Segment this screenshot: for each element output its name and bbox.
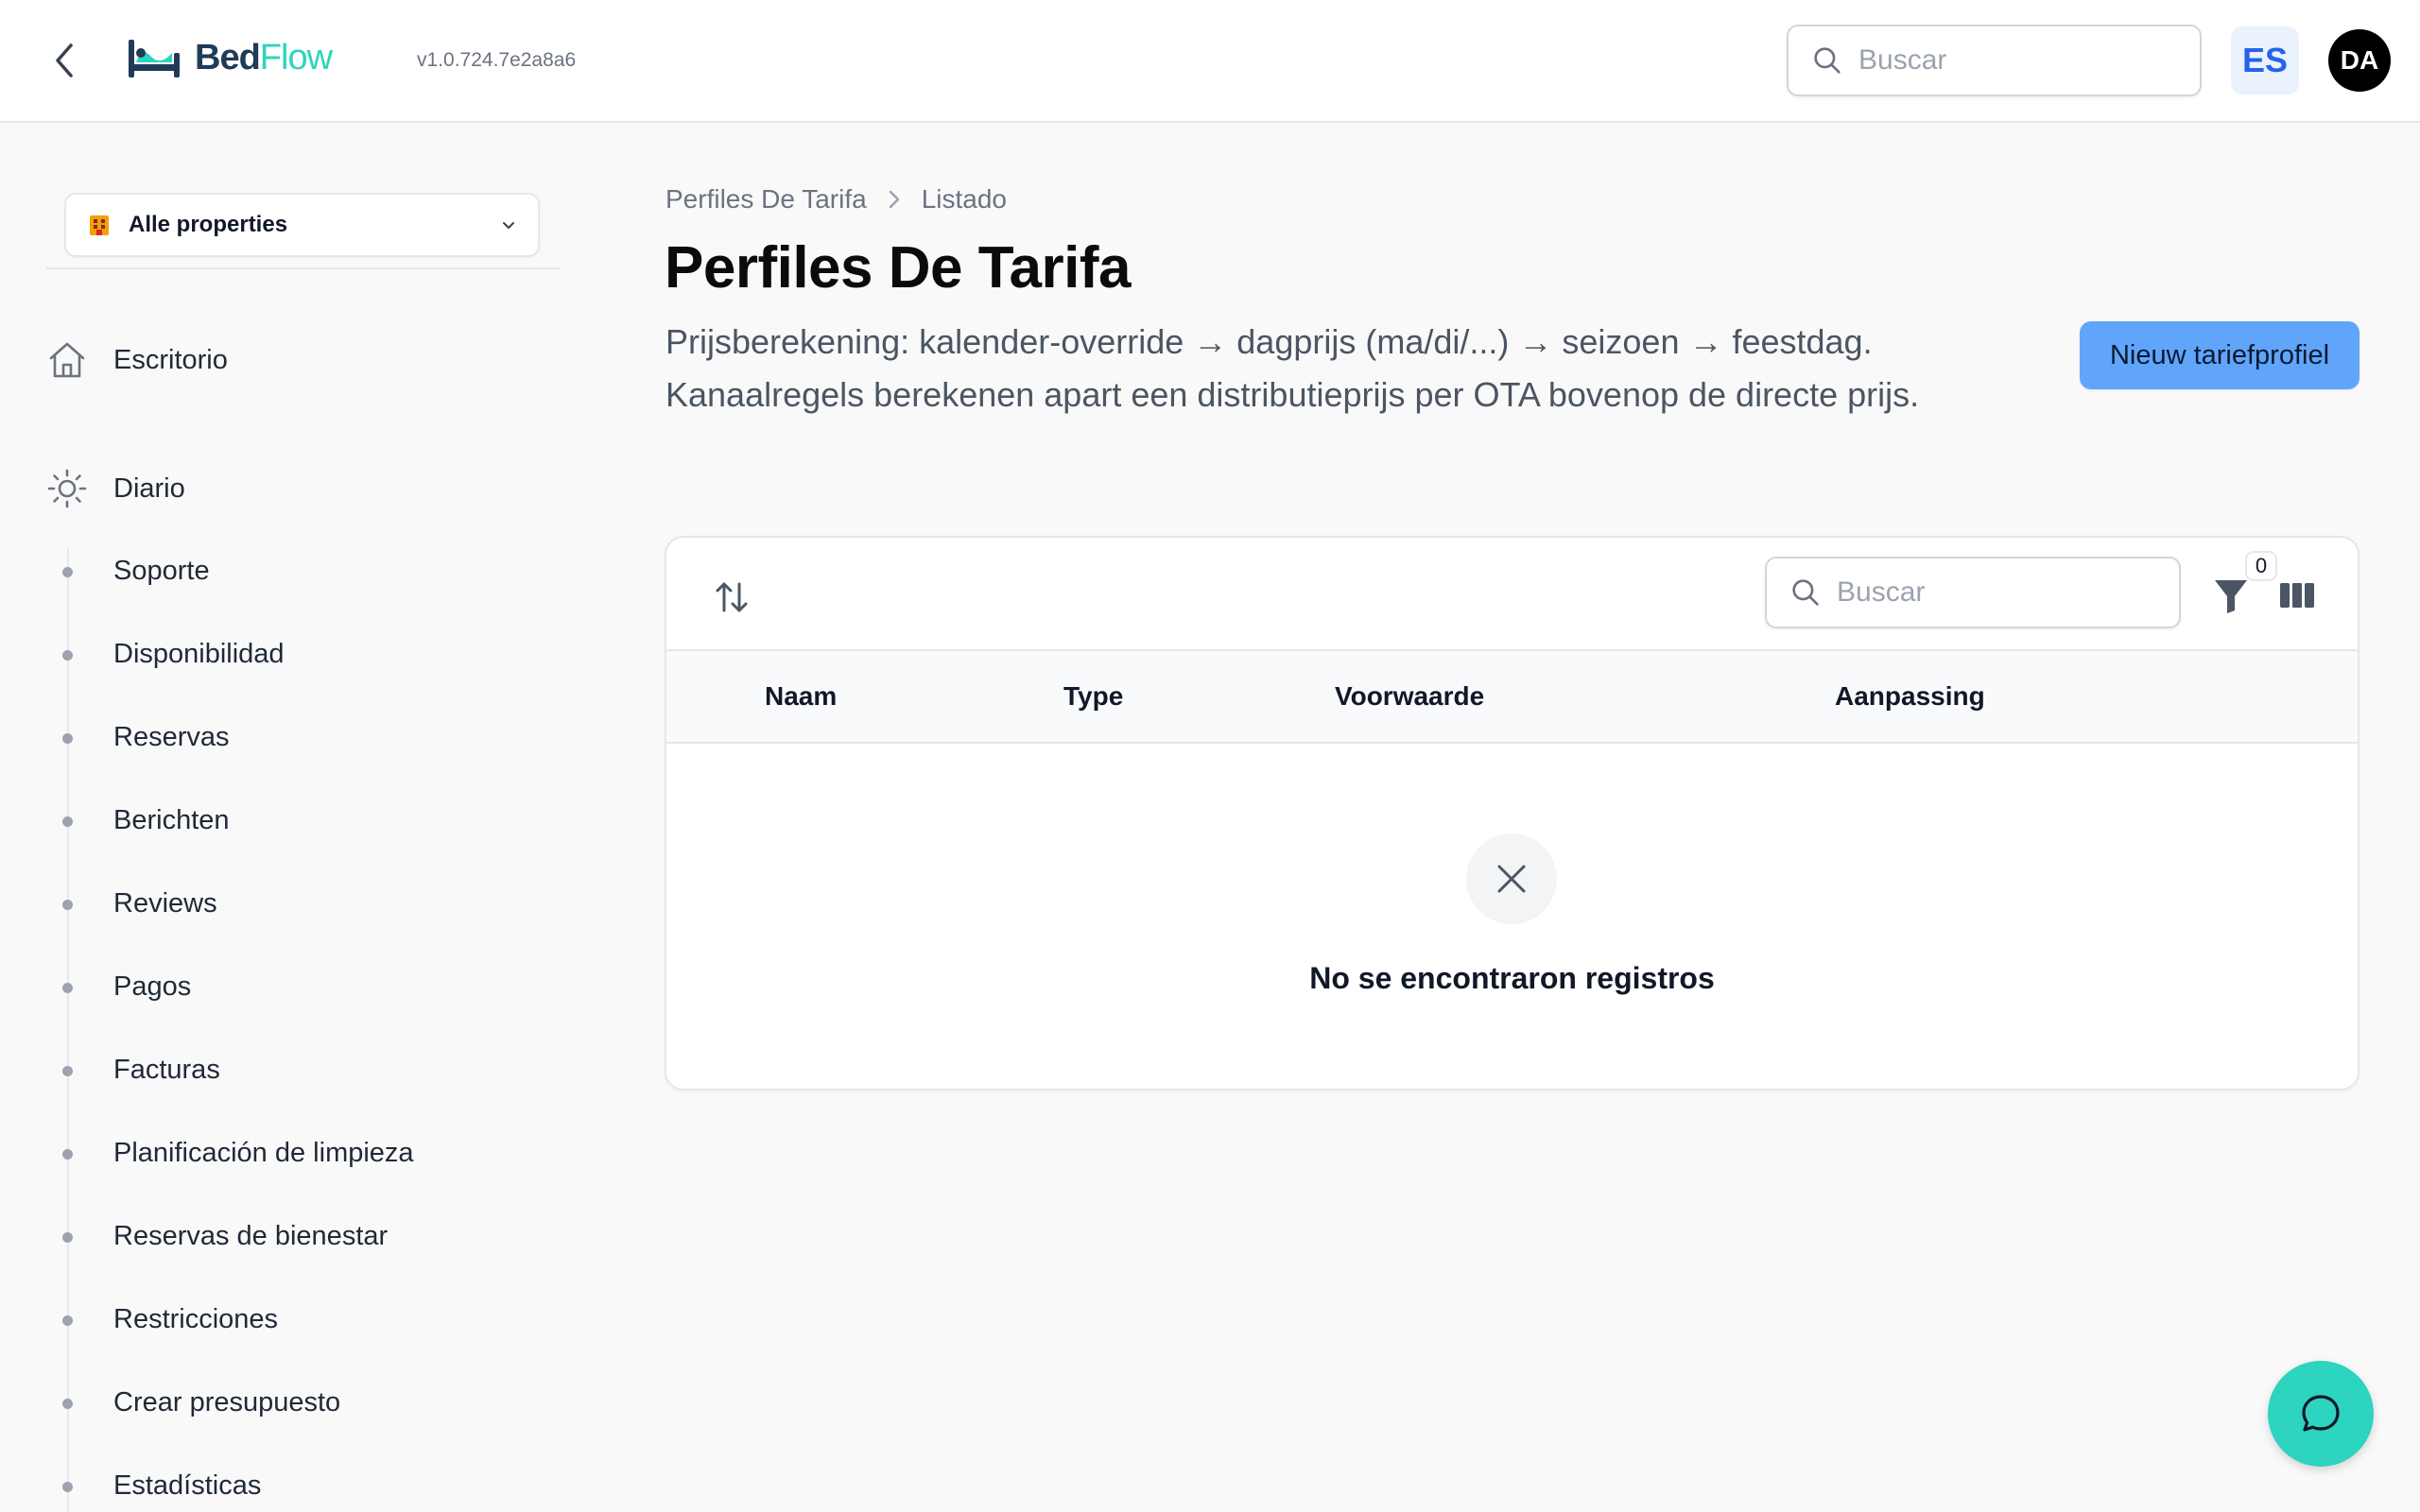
sidebar-item-label: Pagos <box>113 971 192 1002</box>
back-button[interactable] <box>45 38 83 83</box>
bullet-dot-icon <box>62 1066 73 1076</box>
app-logo[interactable]: BedFlow <box>127 34 333 81</box>
table-search-input[interactable] <box>1837 576 2179 609</box>
sidebar-item-soporte[interactable]: Soporte <box>0 548 567 595</box>
bullet-dot-icon <box>62 1399 73 1409</box>
funnel-icon <box>2215 580 2247 613</box>
app-version: v1.0.724.7e2a8a6 <box>417 49 577 71</box>
sidebar-item-label: Crear presupuesto <box>113 1387 341 1418</box>
sidebar-item-reservas-bienestar[interactable]: Reservas de bienestar <box>0 1213 567 1261</box>
table-search[interactable] <box>1765 557 2181 628</box>
bullet-dot-icon <box>62 567 73 577</box>
bullet-dot-icon <box>62 1232 73 1243</box>
home-icon <box>49 342 85 378</box>
columns-toggle-button[interactable] <box>2277 576 2317 615</box>
column-header-naam[interactable]: Naam <box>765 681 837 712</box>
close-x-icon <box>1497 865 1526 893</box>
sidebar-item-label: Soporte <box>113 556 210 586</box>
bullet-dot-icon <box>62 983 73 993</box>
logo-text-flow: Flow <box>259 37 333 77</box>
bed-logo-icon <box>129 40 180 77</box>
filter-button[interactable] <box>2209 574 2253 619</box>
sort-arrows-icon <box>716 582 748 612</box>
sidebar-item-estadisticas[interactable]: Estadísticas <box>0 1463 567 1510</box>
sidebar-item-label: Disponibilidad <box>113 639 285 669</box>
property-selector-label: Alle properties <box>129 212 288 237</box>
sun-icon <box>47 469 87 508</box>
column-header-type[interactable]: Type <box>1063 681 1123 712</box>
sidebar-item-label: Reservas de bienestar <box>113 1221 389 1251</box>
sidebar-item-crear-presupuesto[interactable]: Crear presupuesto <box>0 1380 567 1427</box>
sidebar-item-restricciones[interactable]: Restricciones <box>0 1297 567 1344</box>
sort-button[interactable] <box>710 576 753 619</box>
logo-text-bed: Bed <box>195 37 261 77</box>
hotel-icon <box>90 215 109 235</box>
bullet-dot-icon <box>62 1482 73 1492</box>
sidebar-item-reservas[interactable]: Reservas <box>0 714 567 762</box>
sidebar-item-diario[interactable]: Diario <box>45 467 185 510</box>
global-search[interactable] <box>1787 25 2202 96</box>
bullet-dot-icon <box>62 650 73 661</box>
sidebar-item-reviews[interactable]: Reviews <box>0 881 567 928</box>
sidebar-item-label: Berichten <box>113 805 230 835</box>
chevron-down-icon <box>503 222 514 229</box>
empty-state-icon-wrap <box>1466 833 1557 924</box>
sidebar-item-planificacion-limpieza[interactable]: Planificación de limpieza <box>0 1130 567 1177</box>
chat-button[interactable] <box>2268 1361 2374 1467</box>
sidebar-item-escritorio[interactable]: Escritorio <box>45 338 228 382</box>
sidebar-item-pagos[interactable]: Pagos <box>0 964 567 1011</box>
global-search-input[interactable] <box>1858 44 2200 77</box>
sidebar-subnav-line <box>67 548 69 1512</box>
breadcrumb-item-perfiles[interactable]: Perfiles De Tarifa <box>666 184 867 215</box>
sidebar-item-label: Escritorio <box>113 344 228 375</box>
bullet-dot-icon <box>62 733 73 744</box>
sidebar-item-label: Reservas <box>113 722 230 752</box>
search-icon <box>1792 579 1819 606</box>
chat-bubble-icon <box>2302 1395 2340 1432</box>
filter-count-badge: 0 <box>2245 551 2277 581</box>
sidebar-item-label: Estadísticas <box>113 1470 262 1501</box>
user-avatar[interactable]: DA <box>2328 29 2391 92</box>
sidebar-item-disponibilidad[interactable]: Disponibilidad <box>0 631 567 679</box>
sidebar-item-label: Diario <box>113 472 185 504</box>
sidebar-item-label: Planificación de limpieza <box>113 1138 414 1168</box>
columns-icon <box>2280 583 2314 608</box>
chevron-right-icon <box>889 190 899 209</box>
sidebar-item-label: Restricciones <box>113 1304 279 1334</box>
breadcrumb-item-listado: Listado <box>921 184 1007 214</box>
sidebar-item-facturas[interactable]: Facturas <box>0 1047 567 1094</box>
table-header: Naam Type Voorwaarde Aanpassing <box>666 649 2358 744</box>
top-bar: BedFlow v1.0.724.7e2a8a6 ES DA <box>0 0 2420 123</box>
page-title: Perfiles De Tarifa <box>665 235 1131 301</box>
language-switcher[interactable]: ES <box>2231 26 2299 94</box>
page-description: Prijsberekening: kalender-override → dag… <box>666 322 1920 414</box>
new-rate-profile-button[interactable]: Nieuw tariefprofiel <box>2080 321 2360 389</box>
bullet-dot-icon <box>62 900 73 910</box>
bullet-dot-icon <box>62 816 73 827</box>
search-icon <box>1814 47 1841 74</box>
bullet-dot-icon <box>62 1315 73 1326</box>
property-selector[interactable]: Alle properties <box>64 193 540 257</box>
column-header-voorwaarde[interactable]: Voorwaarde <box>1335 681 1484 712</box>
rate-profiles-table: 0 Naam Type Voorwaarde Aanpassing No se … <box>665 536 2360 1091</box>
sidebar-item-berichten[interactable]: Berichten <box>0 798 567 845</box>
sidebar-item-label: Facturas <box>113 1055 220 1085</box>
breadcrumb: Perfiles De Tarifa Listado <box>666 184 1007 215</box>
sidebar-divider <box>45 267 560 269</box>
chevron-left-icon <box>56 43 73 77</box>
sidebar-item-label: Reviews <box>113 888 217 919</box>
column-header-aanpassing[interactable]: Aanpassing <box>1835 681 1985 712</box>
bullet-dot-icon <box>62 1149 73 1160</box>
empty-state-message: No se encontraron registros <box>1309 961 1715 995</box>
